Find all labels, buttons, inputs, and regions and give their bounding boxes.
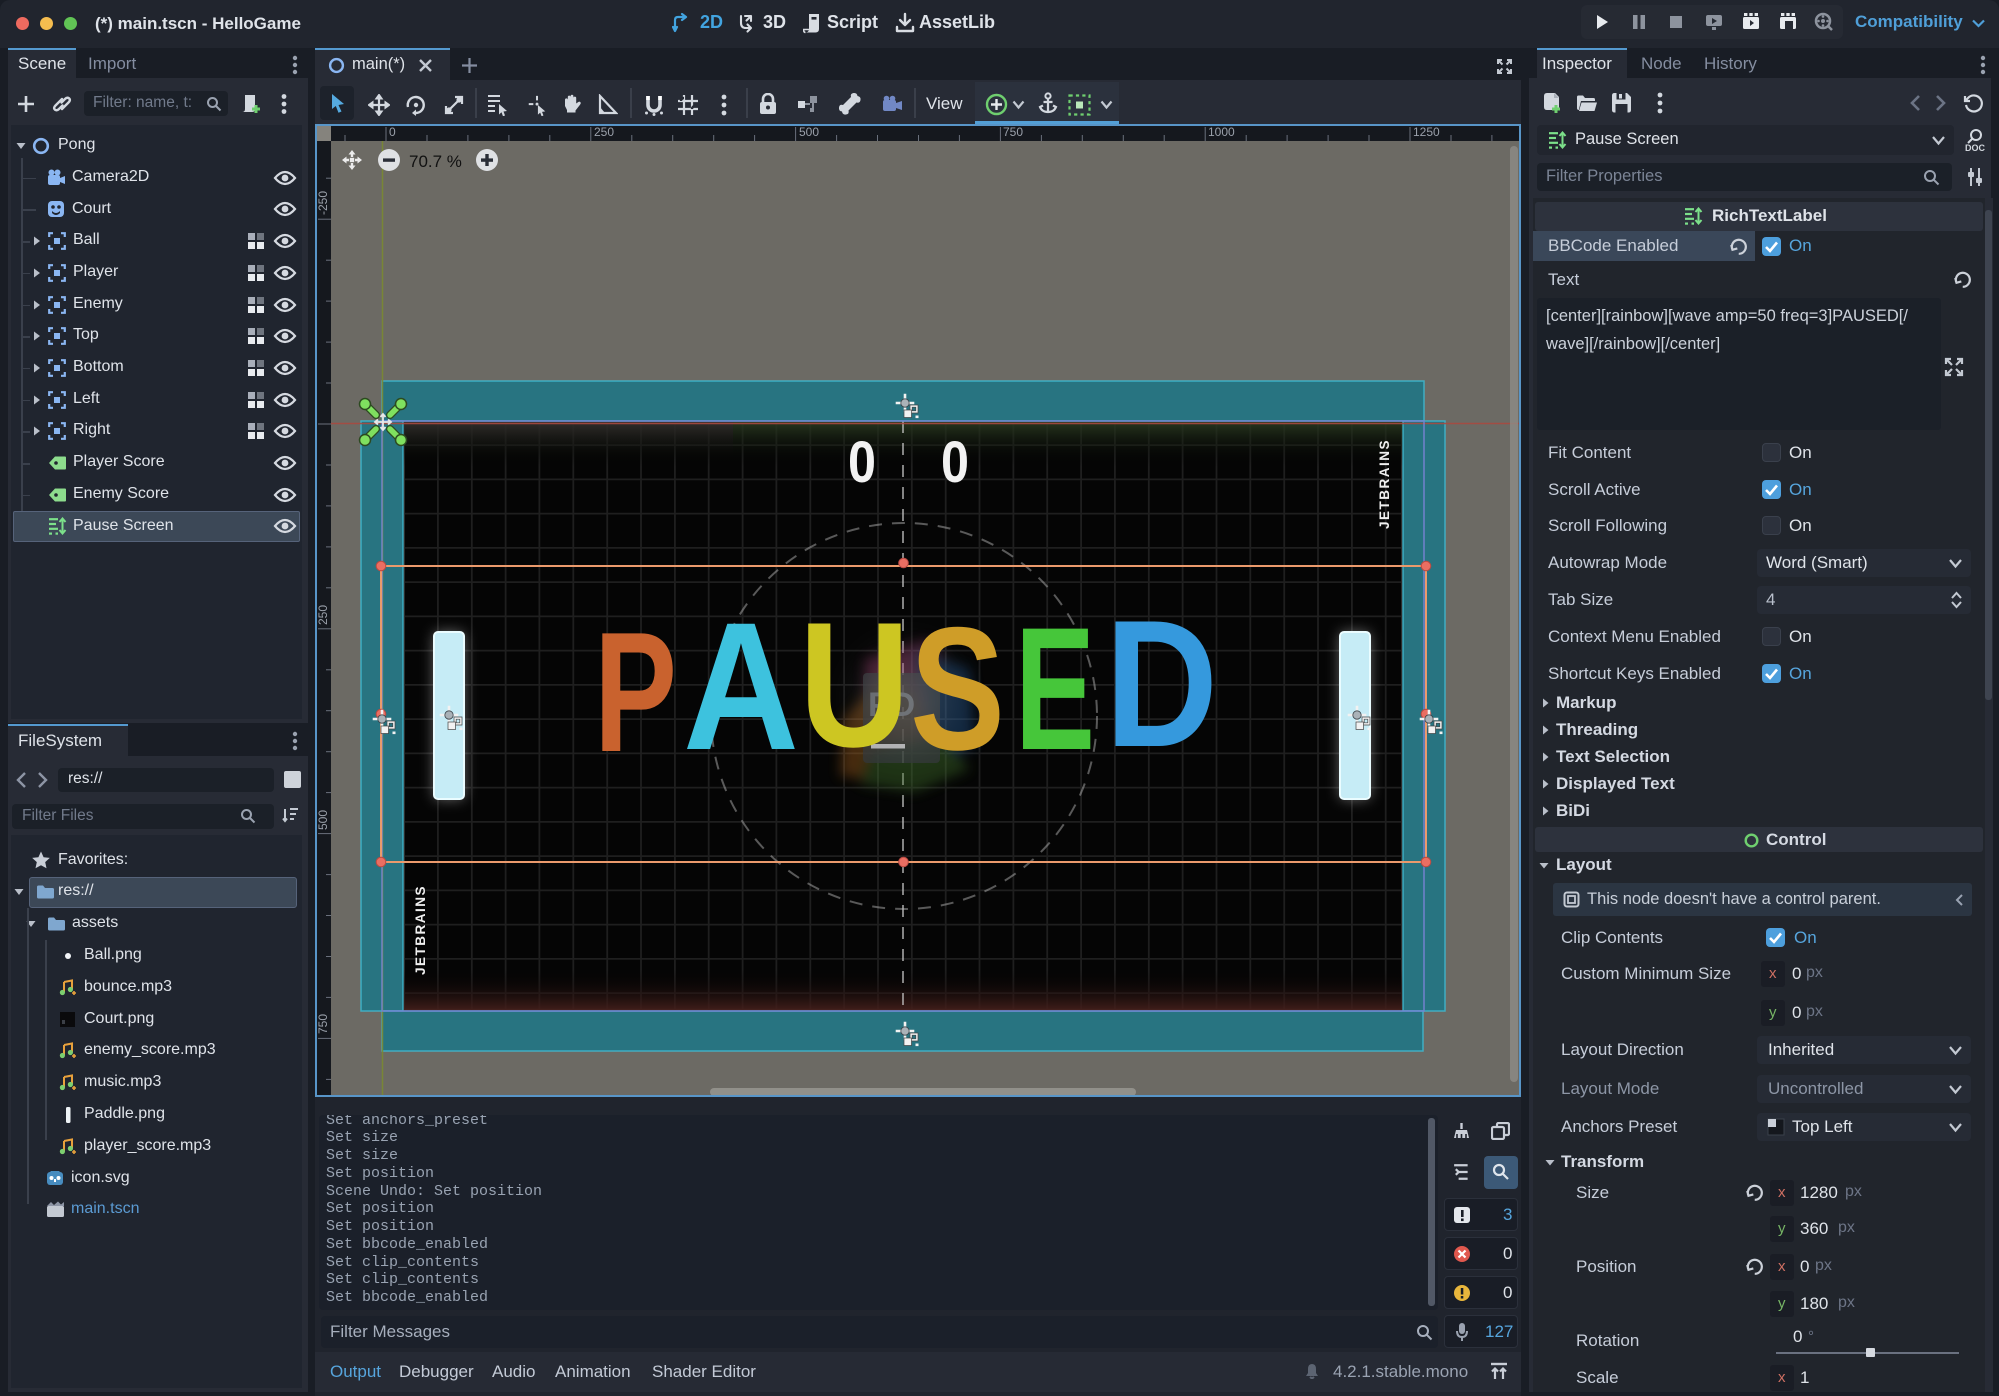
svg-text:750: 750 (316, 1014, 330, 1034)
svg-text:1250: 1250 (1413, 125, 1440, 139)
svg-text:U: U (799, 585, 910, 784)
svg-text:DOC: DOC (1965, 143, 1985, 152)
svg-text:0: 0 (389, 125, 396, 139)
svg-text:500: 500 (799, 125, 819, 139)
svg-text:P: P (594, 597, 677, 788)
svg-text:S: S (910, 592, 1005, 787)
svg-text:70.7 %: 70.7 % (409, 152, 462, 171)
svg-text:-250: -250 (316, 191, 330, 215)
svg-text:0: 0 (941, 430, 969, 495)
svg-text:JETBRAINS: JETBRAINS (1377, 439, 1392, 529)
svg-text:500: 500 (316, 810, 330, 830)
svg-text:JETBRAINS: JETBRAINS (413, 885, 428, 975)
svg-text:0: 0 (848, 430, 876, 495)
svg-text:250: 250 (594, 125, 614, 139)
svg-text:750: 750 (1003, 125, 1023, 139)
svg-text:1000: 1000 (1208, 125, 1235, 139)
svg-text:A: A (683, 584, 799, 788)
svg-text:E: E (1015, 592, 1095, 787)
svg-text:D: D (1105, 583, 1218, 785)
svg-text:250: 250 (316, 605, 330, 625)
